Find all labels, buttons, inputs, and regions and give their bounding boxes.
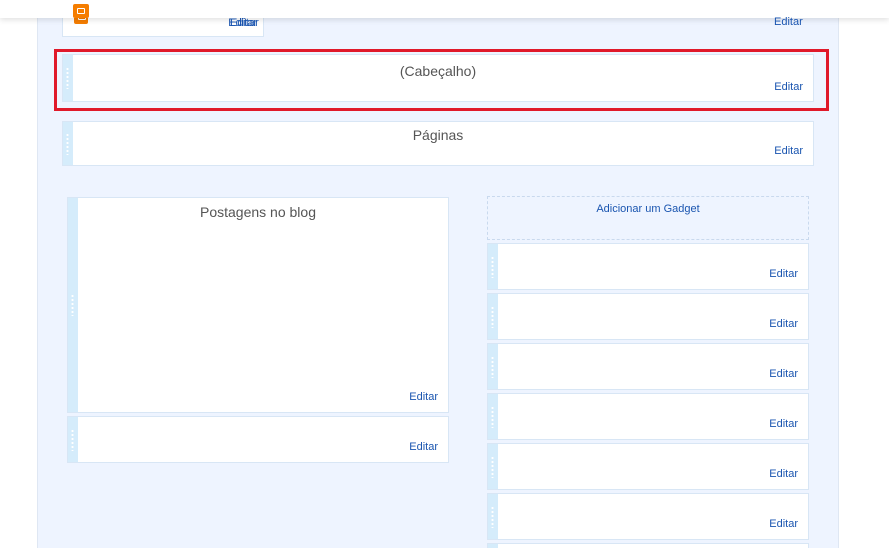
sidebar-gadget[interactable]: Editar [487,443,809,490]
pages-gadget-title: Páginas [412,127,464,143]
add-gadget-label[interactable]: Adicionar um Gadget [596,203,699,215]
top-scroll-shadow [0,0,889,18]
sidebar-gadget-edit-link[interactable]: Editar [769,318,798,330]
sidebar-gadget[interactable]: Editar [487,343,809,390]
top-right-edit-link[interactable]: Editar [774,16,803,28]
blogger-icon [73,4,89,18]
below-posts-gadget[interactable]: Editar [67,416,449,463]
sidebar-gadget[interactable]: Editar [487,243,809,290]
drag-handle-icon[interactable] [488,394,498,439]
drag-handle-icon[interactable] [68,198,78,412]
sidebar-gadget-edit-link[interactable]: Editar [769,418,798,430]
drag-handle-icon[interactable] [488,444,498,489]
sidebar-gadget[interactable]: Editar [487,493,809,540]
sidebar-gadget[interactable]: Editar [487,293,809,340]
navbar-edit-link-visible[interactable]: Editar [230,17,259,29]
sidebar-gadget-edit-link[interactable]: Editar [769,518,798,530]
sidebar-gadget-edit-link[interactable]: Editar [769,268,798,280]
blog-posts-gadget[interactable]: Postagens no blog Editar [67,197,449,413]
pages-gadget[interactable]: Páginas Editar [62,121,814,166]
pages-edit-link[interactable]: Editar [774,145,803,157]
blog-posts-edit-link[interactable]: Editar [409,391,438,403]
drag-handle-icon[interactable] [488,344,498,389]
highlight-box [54,49,829,111]
drag-handle-icon[interactable] [488,244,498,289]
drag-handle-icon[interactable] [488,494,498,539]
below-posts-edit-link[interactable]: Editar [409,441,438,453]
sidebar-gadget-edit-link[interactable]: Editar [769,368,798,380]
drag-handle-icon[interactable] [488,544,498,548]
sidebar-gadget-partial[interactable] [487,543,809,548]
drag-handle-icon[interactable] [68,417,78,462]
sidebar-gadget-edit-link[interactable]: Editar [769,468,798,480]
add-gadget-link[interactable]: Adicionar um Gadget [487,196,809,240]
blog-posts-title: Postagens no blog [200,204,316,220]
sidebar-gadget[interactable]: Editar [487,393,809,440]
drag-handle-icon[interactable] [488,294,498,339]
